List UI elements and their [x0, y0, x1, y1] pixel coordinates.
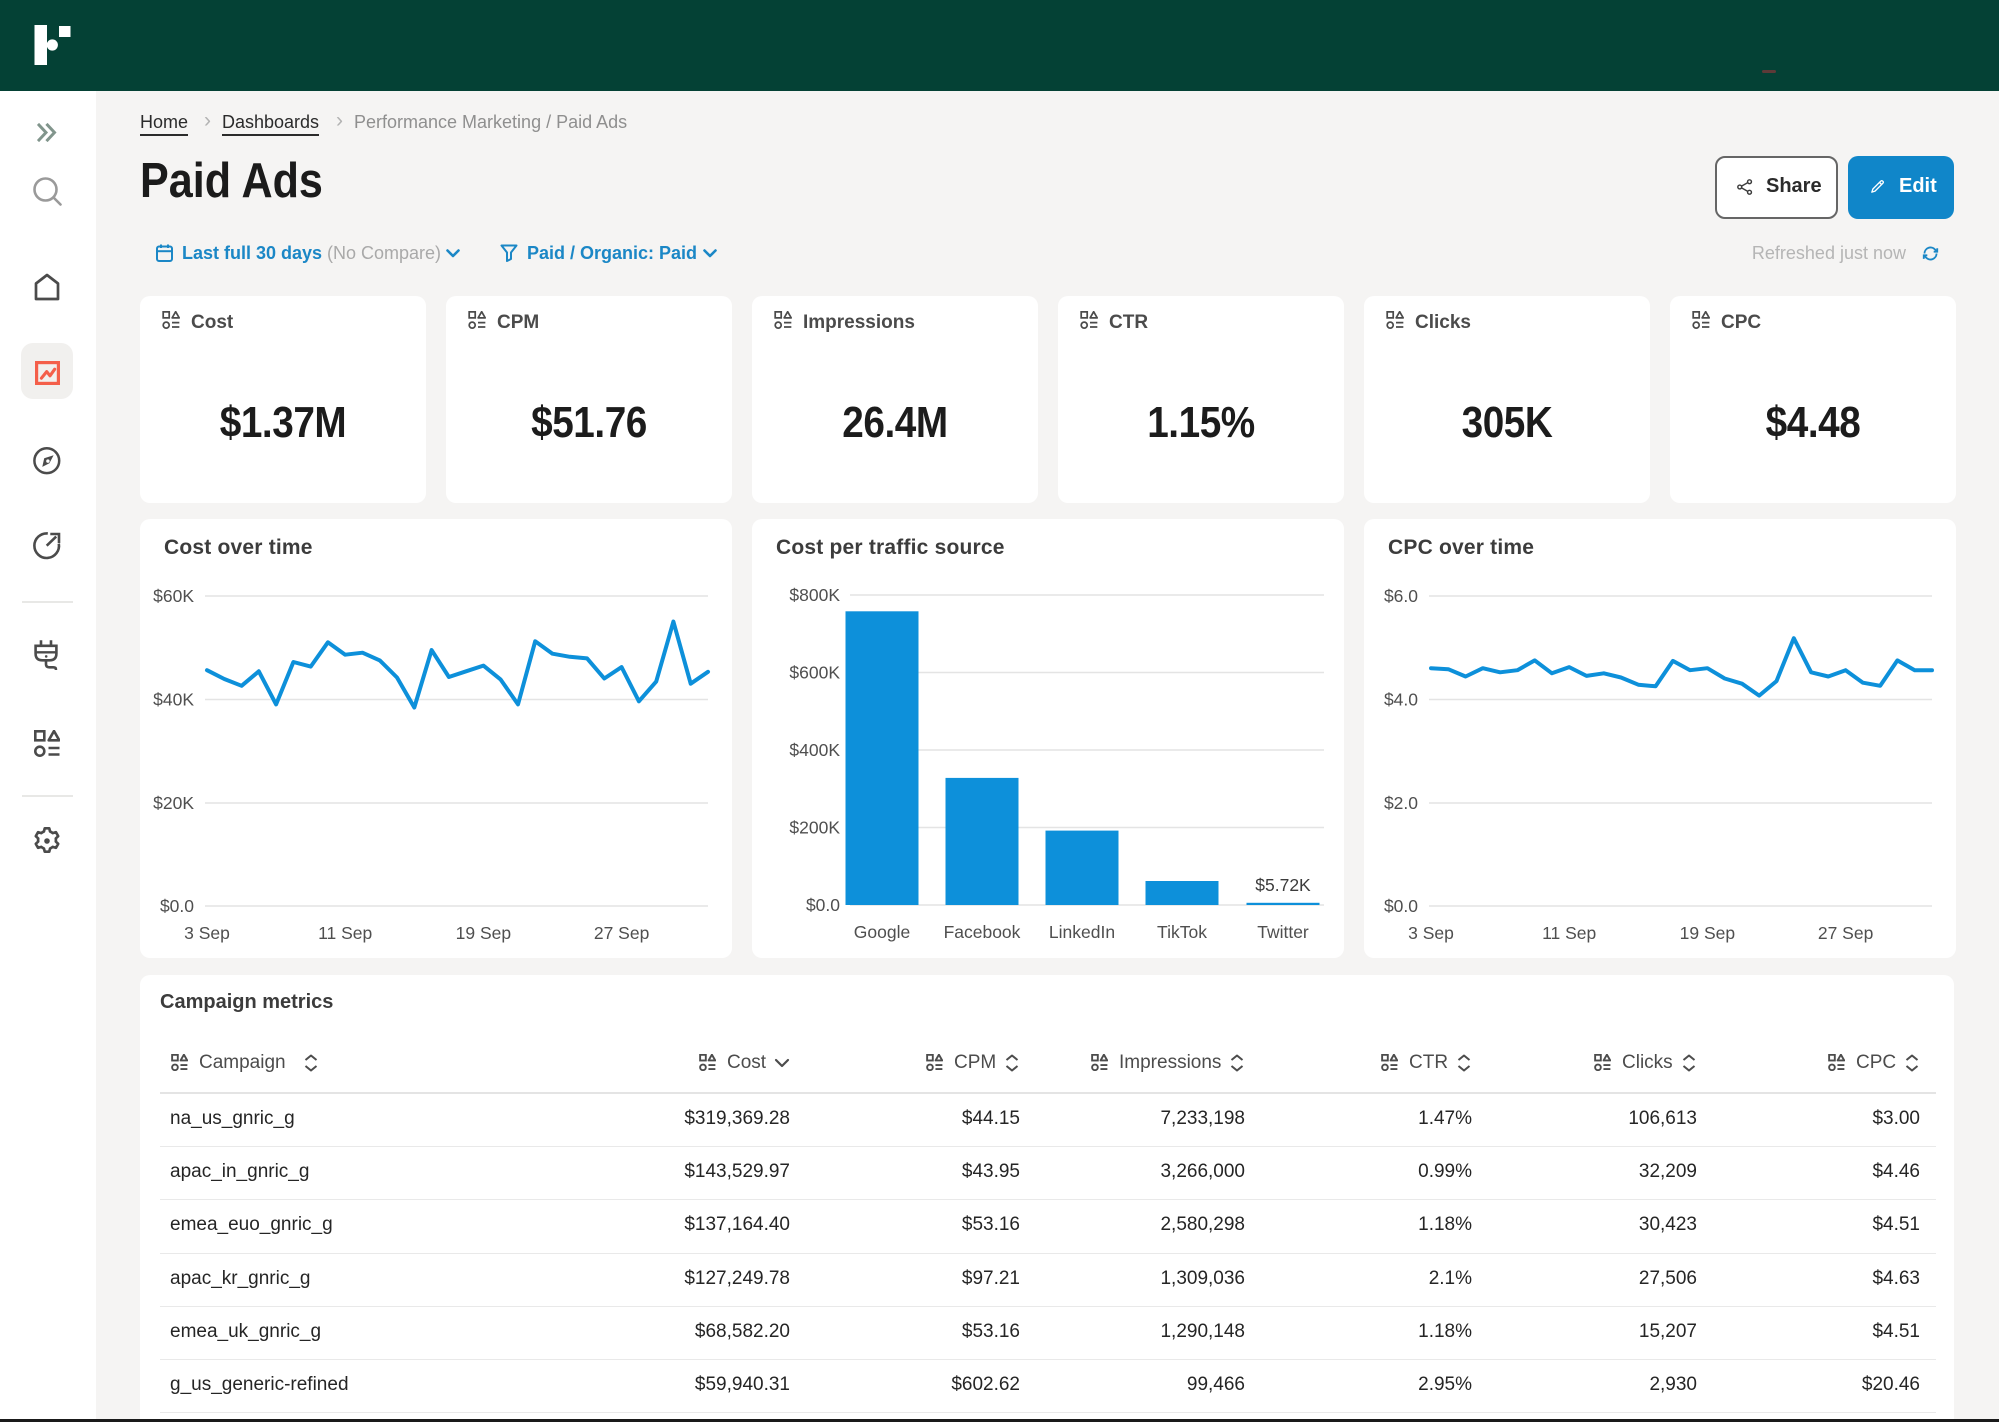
svg-text:LinkedIn: LinkedIn [1049, 922, 1115, 942]
svg-text:3 Sep: 3 Sep [184, 923, 230, 943]
svg-text:$800K: $800K [789, 585, 840, 605]
svg-text:19 Sep: 19 Sep [1680, 923, 1735, 943]
svg-text:27 Sep: 27 Sep [594, 923, 649, 943]
svg-text:3 Sep: 3 Sep [1408, 923, 1454, 943]
svg-text:TikTok: TikTok [1157, 922, 1207, 942]
svg-text:$40K: $40K [153, 690, 194, 710]
svg-text:27 Sep: 27 Sep [1818, 923, 1873, 943]
svg-text:$0.0: $0.0 [1384, 896, 1418, 916]
svg-text:$60K: $60K [153, 586, 194, 606]
svg-text:$6.0: $6.0 [1384, 586, 1418, 606]
svg-text:Facebook: Facebook [944, 922, 1021, 942]
svg-text:Google: Google [854, 922, 910, 942]
svg-text:$400K: $400K [789, 740, 840, 760]
svg-text:$600K: $600K [789, 663, 840, 683]
svg-text:$0.0: $0.0 [160, 896, 194, 916]
svg-text:Twitter: Twitter [1257, 922, 1309, 942]
svg-text:19 Sep: 19 Sep [456, 923, 511, 943]
svg-text:$2.0: $2.0 [1384, 793, 1418, 813]
svg-text:11 Sep: 11 Sep [1542, 923, 1596, 943]
svg-text:$0.0: $0.0 [806, 895, 840, 915]
svg-text:$200K: $200K [789, 818, 840, 838]
svg-text:$20K: $20K [153, 793, 194, 813]
svg-text:$5.72K: $5.72K [1255, 875, 1311, 895]
svg-text:$4.0: $4.0 [1384, 690, 1418, 710]
svg-text:11 Sep: 11 Sep [318, 923, 372, 943]
